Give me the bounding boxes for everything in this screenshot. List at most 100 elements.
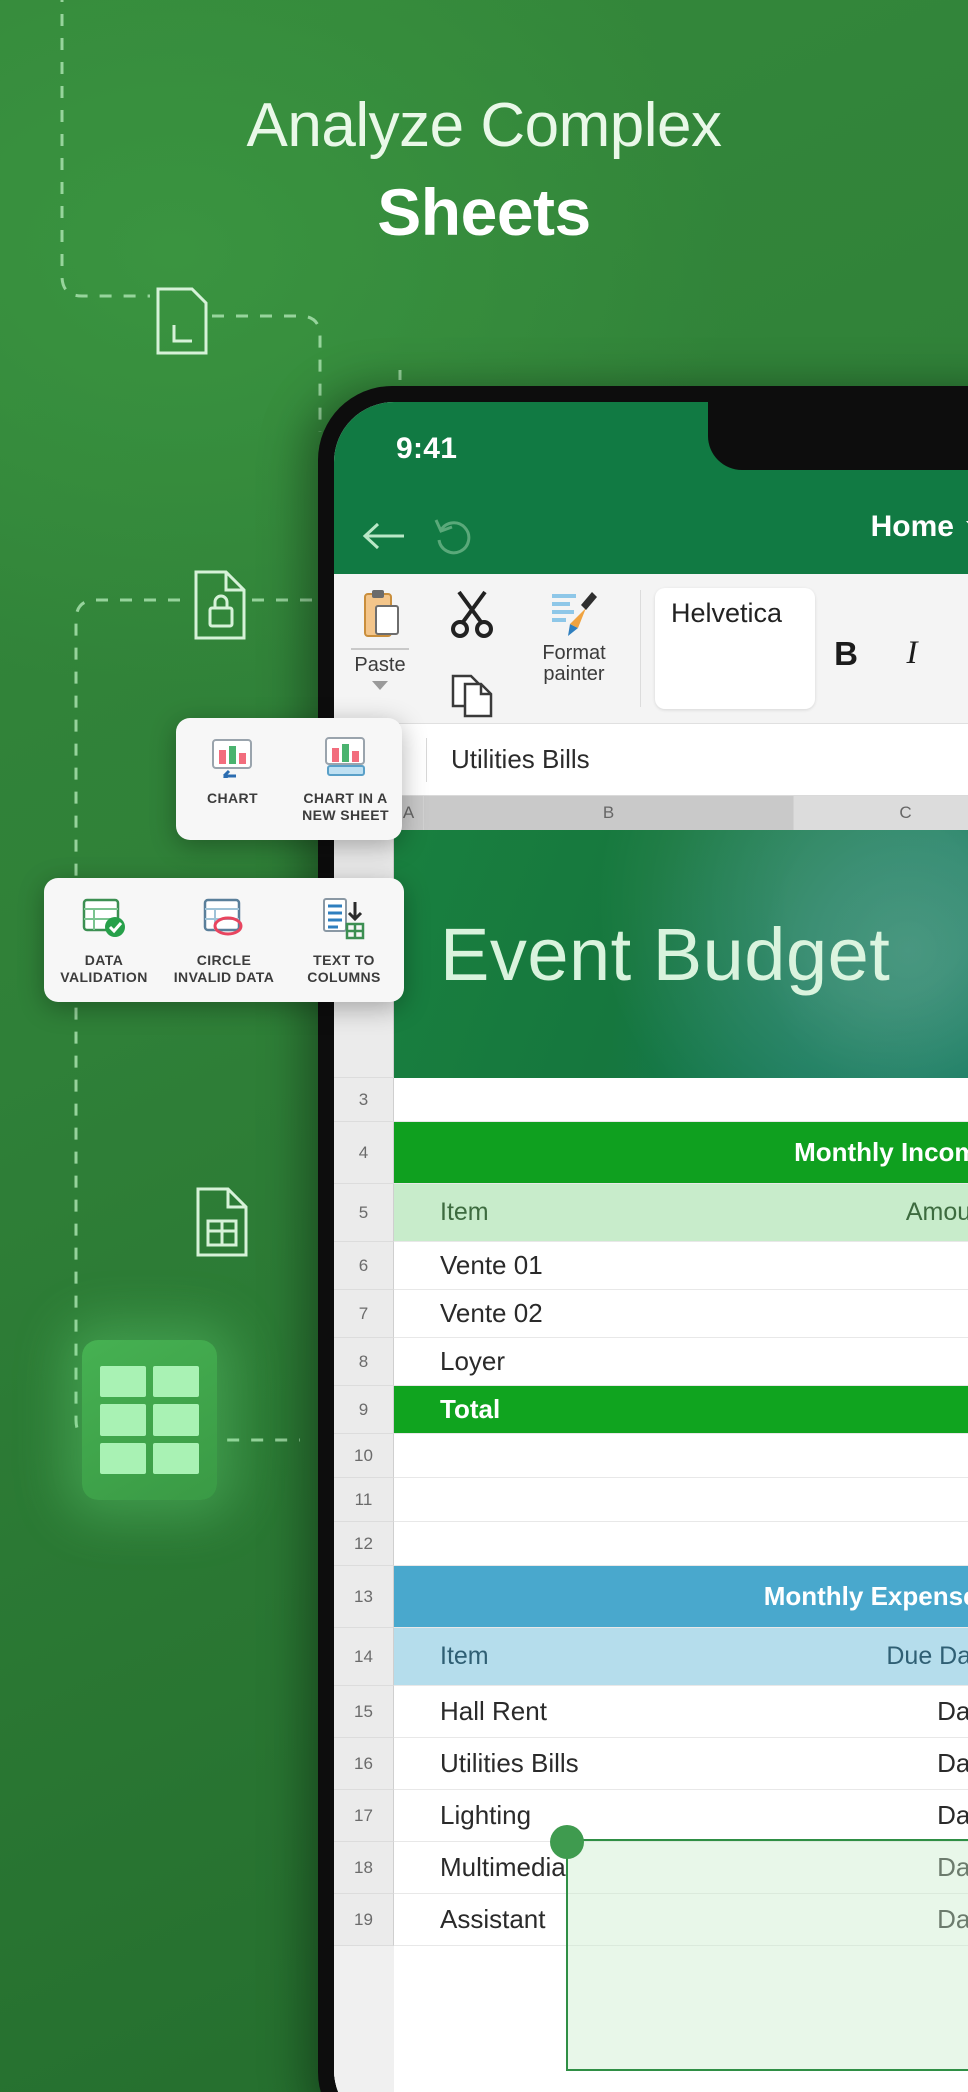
menu-item-chart[interactable]: CHART bbox=[176, 736, 289, 824]
row-number[interactable]: 12 bbox=[334, 1522, 394, 1566]
document-lock-icon bbox=[190, 568, 252, 642]
column-header-b[interactable]: B bbox=[424, 796, 794, 830]
format-painter-icon bbox=[548, 588, 600, 638]
table-row[interactable]: Vente 01 $ bbox=[394, 1242, 968, 1290]
row-number[interactable]: 5 bbox=[334, 1184, 394, 1242]
formula-bar[interactable]: fx Utilities Bills bbox=[334, 724, 968, 796]
table-row[interactable] bbox=[394, 1434, 968, 1478]
banner-title: Event Budget bbox=[440, 912, 891, 996]
column-header-c[interactable]: C bbox=[794, 796, 968, 830]
table-row[interactable]: Monthly Expenses bbox=[394, 1566, 968, 1628]
phone-frame: 9:41 Home Paste Format painter Helvetica… bbox=[318, 386, 968, 2092]
banner-title-cell[interactable]: Event Budget bbox=[394, 830, 968, 1078]
income-col-amount: Amount bbox=[905, 1198, 968, 1226]
undo-icon[interactable] bbox=[432, 516, 474, 556]
menu-item-circle-invalid-data[interactable]: CIRCLE INVALID DATA bbox=[164, 896, 284, 986]
table-row[interactable] bbox=[394, 1478, 968, 1522]
expenses-col-duedate: Due Date bbox=[886, 1642, 968, 1670]
row-number[interactable]: 8 bbox=[334, 1338, 394, 1386]
menu-item-chart-label: CHART bbox=[207, 790, 258, 806]
cell-amount: $ bbox=[704, 1298, 968, 1329]
ribbon-tab-selector[interactable]: Home bbox=[871, 510, 968, 544]
scissors-cut-icon[interactable] bbox=[447, 588, 497, 638]
total-label: Total bbox=[440, 1394, 501, 1424]
chevron-down-icon[interactable] bbox=[372, 681, 388, 690]
copy-pages-icon[interactable] bbox=[447, 670, 497, 720]
menu-item-text-to-columns[interactable]: TEXT TO COLUMNS bbox=[284, 896, 404, 986]
font-name-value: Helvetica bbox=[671, 598, 783, 628]
paste-clipboard-icon bbox=[356, 588, 404, 640]
cell-item: Lighting bbox=[440, 1800, 532, 1830]
cells-area[interactable]: Event Budget Monthly Income Item Amount … bbox=[394, 830, 968, 2092]
row-number[interactable]: 18 bbox=[334, 1842, 394, 1894]
cell-duedate: Date bbox=[937, 1852, 968, 1882]
menu-item-data-validation-label: DATA VALIDATION bbox=[60, 952, 148, 985]
expenses-col-item: Item bbox=[440, 1642, 489, 1670]
cell-item: Utilities Bills bbox=[440, 1748, 579, 1778]
expenses-section-title: Monthly Expenses bbox=[763, 1581, 968, 1611]
table-row[interactable]: Utilities Bills Date bbox=[394, 1738, 968, 1790]
row-number[interactable]: 19 bbox=[334, 1894, 394, 1946]
row-number[interactable]: 16 bbox=[334, 1738, 394, 1790]
table-row[interactable]: Multimedia Date bbox=[394, 1842, 968, 1894]
menu-item-chart-new-sheet[interactable]: CHART IN A NEW SHEET bbox=[289, 736, 402, 824]
cell-item: Assistant bbox=[440, 1904, 546, 1934]
row-number[interactable]: 11 bbox=[334, 1478, 394, 1522]
table-row[interactable] bbox=[394, 1078, 968, 1122]
row-number[interactable]: 3 bbox=[334, 1078, 394, 1122]
selection-handle[interactable] bbox=[550, 1825, 584, 1859]
ribbon-divider bbox=[640, 590, 641, 707]
income-section-title: Monthly Income bbox=[794, 1137, 968, 1167]
sheets-logo-icon bbox=[82, 1340, 217, 1500]
cell-duedate: Date bbox=[937, 1904, 968, 1934]
ribbon-tab-label: Home bbox=[870, 510, 954, 543]
phone-screen: 9:41 Home Paste Format painter Helvetica… bbox=[334, 402, 968, 2092]
row-number[interactable]: 15 bbox=[334, 1686, 394, 1738]
row-number[interactable]: 6 bbox=[334, 1242, 394, 1290]
cell-item: Loyer bbox=[440, 1346, 506, 1376]
cell-amount: $ bbox=[704, 1250, 968, 1281]
table-row[interactable]: Assistant Date bbox=[394, 1894, 968, 1946]
font-name-field[interactable]: Helvetica bbox=[655, 588, 815, 709]
table-row[interactable]: Item Due Date bbox=[394, 1628, 968, 1686]
table-row[interactable]: Vente 02 $ bbox=[394, 1290, 968, 1338]
menu-item-chart-new-sheet-label: CHART IN A NEW SHEET bbox=[302, 790, 389, 823]
status-time: 9:41 bbox=[396, 432, 458, 465]
table-row[interactable] bbox=[394, 1522, 968, 1566]
row-number[interactable]: 9 bbox=[334, 1386, 394, 1434]
cell-amount: $ bbox=[704, 1346, 968, 1377]
table-row[interactable]: Lighting Date bbox=[394, 1790, 968, 1842]
back-arrow-icon[interactable] bbox=[360, 520, 406, 552]
ribbon-toolbar: Paste Format painter Helvetica B I bbox=[334, 574, 968, 724]
paste-button[interactable]: Paste bbox=[334, 588, 426, 690]
cell-item: Vente 01 bbox=[440, 1250, 543, 1280]
row-number[interactable]: 13 bbox=[334, 1566, 394, 1628]
menu-item-data-validation[interactable]: DATA VALIDATION bbox=[44, 896, 164, 986]
data-context-menu[interactable]: DATA VALIDATION CIRCLE INVALID DATA TEXT… bbox=[44, 878, 404, 1002]
bold-button[interactable]: B bbox=[815, 635, 877, 673]
row-number[interactable]: 14 bbox=[334, 1628, 394, 1686]
chart-context-menu[interactable]: CHART CHART IN A NEW SHEET bbox=[176, 718, 402, 840]
data-validation-icon bbox=[81, 896, 127, 940]
row-number[interactable]: 4 bbox=[334, 1122, 394, 1184]
document-table-icon bbox=[192, 1185, 252, 1257]
table-row[interactable]: Loyer $ bbox=[394, 1338, 968, 1386]
format-painter-button[interactable]: Format painter bbox=[518, 588, 630, 685]
menu-item-circle-invalid-data-label: CIRCLE INVALID DATA bbox=[173, 952, 275, 985]
italic-button[interactable]: I bbox=[881, 635, 943, 672]
row-number[interactable]: 7 bbox=[334, 1290, 394, 1338]
cell-item: Multimedia bbox=[440, 1852, 566, 1882]
page-title: Analyze Complex Sheets bbox=[0, 95, 968, 246]
chart-new-sheet-icon bbox=[323, 736, 369, 778]
row-number-gutter: 1 3 4 5 6 7 8 9 10 11 12 13 14 15 16 17 … bbox=[334, 830, 394, 2092]
spreadsheet-grid[interactable]: 1 3 4 5 6 7 8 9 10 11 12 13 14 15 16 17 … bbox=[334, 830, 968, 2092]
table-row[interactable]: Hall Rent Date bbox=[394, 1686, 968, 1738]
table-row[interactable]: Item Amount bbox=[394, 1184, 968, 1242]
document-corner-icon bbox=[152, 285, 212, 357]
cell-duedate: Date bbox=[937, 1748, 968, 1778]
table-row[interactable]: Total $ bbox=[394, 1386, 968, 1434]
row-number[interactable]: 10 bbox=[334, 1434, 394, 1478]
formula-value: Utilities Bills bbox=[451, 744, 590, 774]
table-row[interactable]: Monthly Income bbox=[394, 1122, 968, 1184]
row-number[interactable]: 17 bbox=[334, 1790, 394, 1842]
